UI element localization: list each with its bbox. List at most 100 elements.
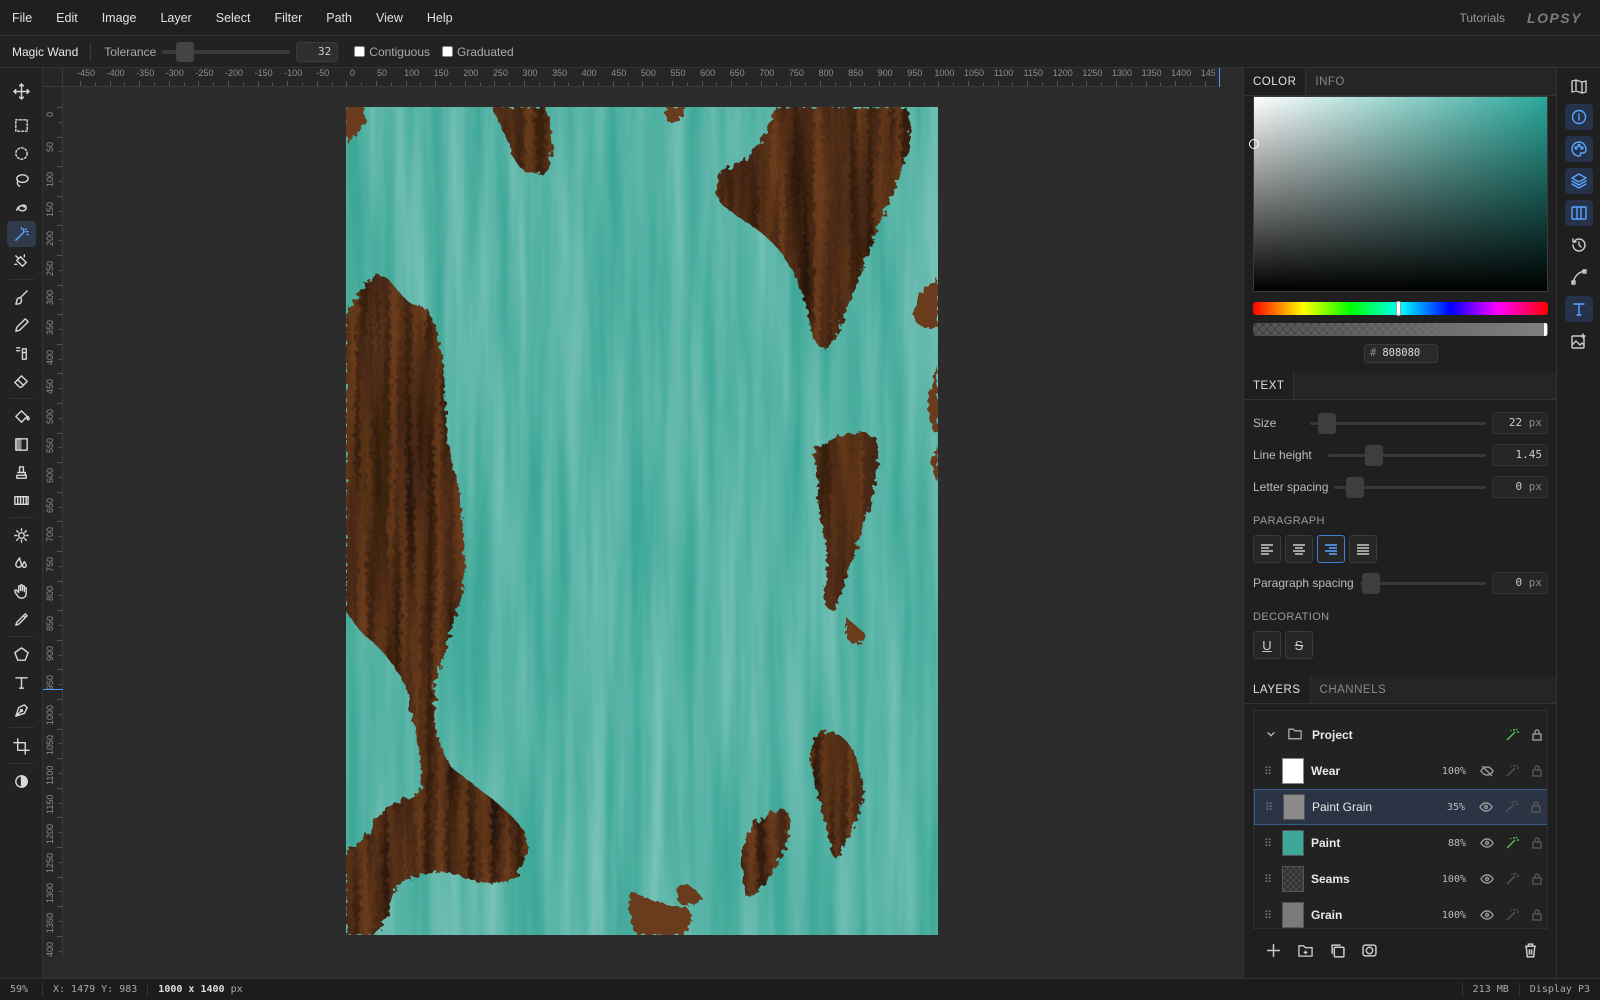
channels-icon[interactable]	[1565, 200, 1593, 226]
graduated-checkbox-box[interactable]	[442, 46, 453, 57]
eraser-icon[interactable]	[7, 368, 36, 394]
saturation-value-picker[interactable]	[1249, 96, 1548, 292]
contrast-icon[interactable]	[7, 768, 36, 794]
tab-text[interactable]: TEXT	[1244, 372, 1295, 399]
layer-name[interactable]: Paint Grain	[1312, 800, 1427, 814]
menu-edit[interactable]: Edit	[44, 11, 90, 25]
pencil-icon[interactable]	[7, 312, 36, 338]
layer-row-selected[interactable]: ⠿ Paint Grain 35%	[1254, 789, 1547, 825]
crop-icon[interactable]	[7, 733, 36, 759]
layer-name[interactable]: Seams	[1311, 872, 1428, 886]
underline-button[interactable]: U	[1253, 631, 1281, 659]
layer-opacity[interactable]: 88%	[1428, 838, 1466, 849]
clone-icon[interactable]	[7, 340, 36, 366]
layers-icon[interactable]	[1565, 168, 1593, 194]
menu-layer[interactable]: Layer	[148, 11, 203, 25]
effects-icon[interactable]	[1499, 764, 1524, 778]
magic-wand-icon[interactable]	[7, 221, 36, 247]
layer-name[interactable]: Paint	[1311, 836, 1428, 850]
hex-input[interactable]: #808080	[1364, 344, 1438, 363]
ellipse-select-icon[interactable]	[7, 140, 36, 166]
mask-icon[interactable]	[1357, 938, 1381, 962]
eye-off-icon[interactable]	[1474, 764, 1499, 778]
tab-channels[interactable]: CHANNELS	[1311, 676, 1396, 703]
path-icon[interactable]	[1565, 264, 1593, 290]
layer-group-row[interactable]: Project	[1254, 717, 1547, 753]
paragraph-spacing-value[interactable]: 0 px	[1492, 572, 1548, 594]
tolerance-value[interactable]: 32	[296, 41, 339, 62]
layer-row[interactable]: ⠿ Paint 88%	[1254, 825, 1547, 861]
lock-icon[interactable]	[1524, 764, 1547, 778]
eye-icon[interactable]	[1473, 800, 1498, 814]
lock-icon[interactable]	[1524, 728, 1547, 742]
effects-icon[interactable]	[1499, 908, 1524, 922]
tab-info[interactable]: INFO	[1306, 68, 1353, 95]
fill-icon[interactable]	[7, 403, 36, 429]
menu-view[interactable]: View	[364, 11, 415, 25]
effects-icon[interactable]	[1499, 872, 1524, 886]
trash-icon[interactable]	[1518, 938, 1542, 962]
canvas-area[interactable]	[63, 87, 1215, 957]
letter-spacing-slider[interactable]	[1334, 476, 1486, 498]
size-slider-thumb[interactable]	[1318, 412, 1337, 434]
brush-icon[interactable]	[7, 284, 36, 310]
line-height-slider-thumb[interactable]	[1364, 444, 1383, 466]
contiguous-checkbox[interactable]: Contiguous	[354, 45, 430, 59]
dodge-icon[interactable]	[7, 522, 36, 548]
chevron-down-icon[interactable]	[1254, 728, 1288, 743]
line-height-slider[interactable]	[1327, 444, 1486, 466]
layer-opacity[interactable]: 100%	[1428, 874, 1466, 885]
stamp-icon[interactable]	[7, 459, 36, 485]
drag-handle-icon[interactable]: ⠿	[1254, 909, 1282, 922]
hue-slider[interactable]	[1253, 301, 1548, 316]
palette-icon[interactable]	[1565, 136, 1593, 162]
lock-icon[interactable]	[1524, 872, 1547, 886]
size-value[interactable]: 22 px	[1492, 412, 1548, 434]
layer-opacity[interactable]: 35%	[1427, 802, 1465, 813]
effects-icon[interactable]	[1499, 836, 1524, 850]
menu-file[interactable]: File	[0, 11, 44, 25]
add-image-icon[interactable]	[1565, 328, 1593, 354]
graduated-checkbox[interactable]: Graduated	[442, 45, 514, 59]
letter-spacing-value[interactable]: 0 px	[1492, 476, 1548, 498]
size-slider[interactable]	[1310, 412, 1486, 434]
lock-icon[interactable]	[1524, 908, 1547, 922]
strikethrough-button[interactable]: S	[1285, 631, 1313, 659]
layer-name[interactable]: Wear	[1311, 764, 1428, 778]
menu-path[interactable]: Path	[314, 11, 364, 25]
menu-image[interactable]: Image	[90, 11, 149, 25]
line-height-value[interactable]: 1.45	[1492, 444, 1548, 466]
menu-filter[interactable]: Filter	[262, 11, 314, 25]
effects-icon[interactable]	[1499, 728, 1524, 742]
alpha-slider[interactable]	[1253, 323, 1548, 336]
quick-select-icon[interactable]	[7, 194, 36, 220]
menu-select[interactable]: Select	[204, 11, 263, 25]
horizontal-ruler[interactable]: -450 -400 -350 -300 -250 -200 -150 -100 -50 0 50 10…	[63, 68, 1215, 87]
layer-opacity[interactable]: 100%	[1428, 910, 1466, 921]
pattern-icon[interactable]	[7, 487, 36, 513]
lasso-icon[interactable]	[7, 167, 36, 193]
blur-icon[interactable]	[7, 550, 36, 576]
layer-name[interactable]: Grain	[1311, 908, 1428, 922]
tab-layers[interactable]: LAYERS	[1244, 676, 1311, 703]
rect-select-icon[interactable]	[7, 112, 36, 138]
tab-color[interactable]: COLOR	[1244, 68, 1307, 95]
tolerance-slider-thumb[interactable]	[175, 41, 194, 62]
pen-icon[interactable]	[7, 697, 36, 723]
drag-handle-icon[interactable]: ⠿	[1254, 873, 1282, 886]
letter-spacing-slider-thumb[interactable]	[1346, 476, 1365, 498]
hue-slider-thumb[interactable]	[1396, 301, 1401, 316]
duplicate-layer-icon[interactable]	[1325, 938, 1349, 962]
text-panel-icon[interactable]	[1565, 296, 1593, 322]
align-left-button[interactable]	[1253, 535, 1281, 563]
spot-heal-icon[interactable]	[7, 248, 36, 274]
hand-icon[interactable]	[7, 578, 36, 604]
lock-icon[interactable]	[1524, 836, 1547, 850]
document-canvas[interactable]	[346, 107, 938, 935]
gradient-icon[interactable]	[7, 431, 36, 457]
color-picker-thumb[interactable]	[1249, 139, 1259, 149]
layer-opacity[interactable]: 100%	[1428, 766, 1466, 777]
eye-icon[interactable]	[1474, 836, 1499, 850]
add-layer-icon[interactable]	[1261, 938, 1285, 962]
history-icon[interactable]	[1565, 232, 1593, 258]
